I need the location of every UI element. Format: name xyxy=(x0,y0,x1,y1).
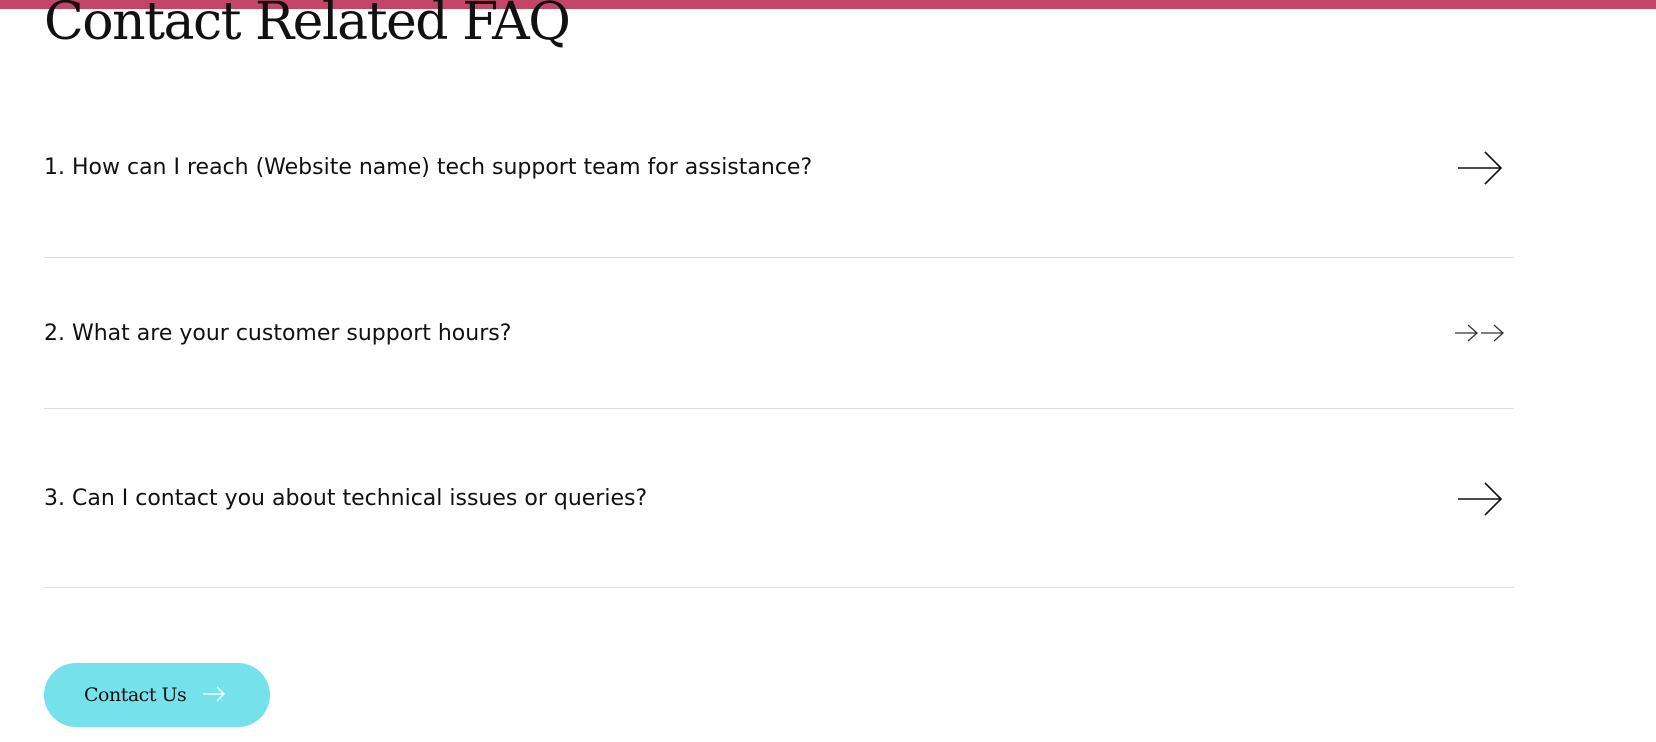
faq-question: 1. How can I reach (Website name) tech s… xyxy=(44,155,813,180)
faq-divider xyxy=(44,587,1514,588)
arrow-right-icon[interactable] xyxy=(1456,481,1504,521)
faq-question: 2. What are your customer support hours? xyxy=(44,321,512,346)
arrow-right-icon[interactable] xyxy=(1456,150,1504,190)
arrow-right-icon xyxy=(202,686,226,705)
faq-item-3[interactable]: 3. Can I contact you about technical iss… xyxy=(44,409,1514,588)
contact-us-button[interactable]: Contact Us xyxy=(44,663,270,727)
double-arrow-right-icon[interactable] xyxy=(1454,322,1506,348)
faq-list: 1. How can I reach (Website name) tech s… xyxy=(44,0,1514,600)
contact-us-label: Contact Us xyxy=(84,684,187,706)
faq-question: 3. Can I contact you about technical iss… xyxy=(44,486,648,511)
faq-item-1[interactable]: 1. How can I reach (Website name) tech s… xyxy=(44,110,1514,258)
faq-item-2[interactable]: 2. What are your customer support hours? xyxy=(44,258,1514,409)
